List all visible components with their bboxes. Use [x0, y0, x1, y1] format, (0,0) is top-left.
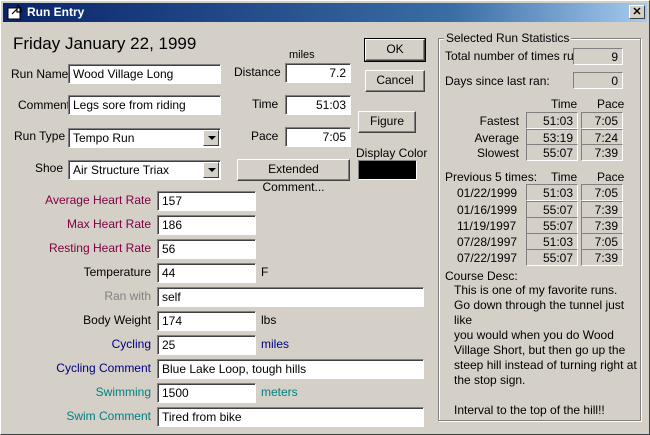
prev-date: 01/22/1999 — [457, 186, 518, 200]
max-hr-input[interactable]: 186 — [157, 215, 256, 235]
ran-with-input[interactable]: self — [157, 287, 424, 307]
run-statistics-title: Selected Run Statistics — [444, 31, 572, 45]
chevron-down-icon[interactable] — [203, 162, 219, 178]
course-desc-line: Interval to the top of the hill!! — [454, 403, 605, 417]
display-color-swatch[interactable] — [358, 160, 417, 180]
cycling-comment-label: Cycling Comment — [56, 361, 151, 375]
prev-date: 11/19/1997 — [457, 219, 517, 233]
distance-label: Distance — [234, 65, 281, 79]
slowest-time: 55:07 — [526, 144, 578, 161]
body-weight-label: Body Weight — [83, 313, 151, 327]
cycling-input[interactable]: 25 — [157, 335, 256, 355]
prev-time: 51:03 — [526, 184, 578, 201]
run-type-label: Run Type — [14, 129, 66, 143]
prev-pace: 7:39 — [581, 249, 623, 266]
course-desc-label: Course Desc: — [445, 269, 518, 283]
cycling-label: Cycling — [111, 337, 151, 351]
prev-time: 51:03 — [526, 233, 578, 250]
body-weight-unit: lbs — [261, 313, 277, 327]
prev-pace: 7:05 — [581, 184, 623, 201]
previous-times-label: Previous 5 times: — [445, 170, 538, 184]
max-hr-label: Max Heart Rate — [66, 217, 151, 231]
shoe-select[interactable]: Air Structure Triax — [68, 160, 221, 180]
prev-time: 55:07 — [526, 201, 578, 218]
prev-time: 55:07 — [526, 249, 578, 266]
cycling-comment-input[interactable]: Blue Lake Loop, tough hills — [157, 359, 424, 379]
pace-label: Pace — [251, 129, 279, 143]
temperature-unit: F — [261, 265, 269, 279]
temperature-input[interactable]: 44 — [157, 263, 256, 283]
run-entry-window: Run Entry ✕ Friday January 22, 1999 mile… — [0, 0, 650, 435]
body-weight-input[interactable]: 174 — [157, 311, 256, 331]
prev-pace-header: Pace — [597, 170, 625, 184]
prev-time: 55:07 — [526, 217, 578, 234]
course-desc-text: This is one of my favorite runs. Go down… — [454, 283, 638, 418]
temperature-label: Temperature — [83, 265, 151, 279]
title-bar[interactable]: Run Entry ✕ — [3, 3, 647, 22]
chevron-down-icon[interactable] — [203, 130, 219, 146]
ok-button[interactable]: OK — [364, 38, 426, 62]
prev-pace: 7:39 — [581, 217, 623, 234]
course-desc-line: Village Short, but then go up the — [454, 343, 626, 357]
course-desc-line: steep hill instead of turning right at — [454, 358, 637, 372]
fastest-pace: 7:05 — [581, 112, 623, 129]
time-label: Time — [252, 97, 279, 111]
course-desc-line: Go down through the tunnel just like — [454, 298, 625, 327]
days-since-value: 0 — [573, 72, 623, 89]
total-runs-value: 9 — [573, 48, 623, 65]
slowest-label: Slowest — [476, 146, 519, 160]
prev-date: 01/16/1999 — [457, 203, 518, 217]
comment-input[interactable]: Legs sore from riding — [68, 95, 221, 115]
fastest-time: 51:03 — [526, 112, 578, 129]
swimming-label: Swimming — [95, 385, 151, 399]
pace-header: Pace — [597, 97, 625, 111]
distance-input[interactable]: 7.2 — [285, 63, 351, 83]
avg-hr-input[interactable]: 157 — [157, 191, 256, 211]
prev-pace: 7:05 — [581, 233, 623, 250]
run-name-label: Run Name — [11, 67, 69, 81]
shoe-label: Shoe — [35, 161, 64, 175]
prev-date: 07/22/1997 — [457, 251, 518, 265]
time-input[interactable]: 51:03 — [285, 95, 351, 115]
rest-hr-label: Resting Heart Rate — [48, 241, 151, 255]
swim-comment-input[interactable]: Tired from bike — [157, 407, 424, 427]
prev-time-header: Time — [551, 170, 578, 184]
slowest-pace: 7:39 — [581, 144, 623, 161]
average-label: Average — [474, 131, 519, 145]
extended-comment-button[interactable]: Extended Comment... — [237, 159, 350, 194]
total-runs-label: Total number of times run: — [445, 49, 584, 63]
shoe-value: Air Structure Triax — [73, 163, 170, 177]
figure-button[interactable]: Figure — [358, 111, 416, 133]
run-name-input[interactable]: Wood Village Long — [68, 64, 221, 84]
course-desc-line: you would when you do Wood — [454, 328, 614, 342]
window-title: Run Entry — [27, 5, 85, 19]
ran-with-label: Ran with — [104, 289, 151, 303]
comment-label: Comment — [18, 98, 71, 112]
swimming-unit: meters — [261, 385, 298, 399]
days-since-label: Days since last ran: — [445, 74, 550, 88]
display-color-label: Display Color — [356, 146, 428, 160]
rest-hr-input[interactable]: 56 — [157, 239, 256, 259]
time-header: Time — [551, 97, 578, 111]
course-desc-line: the stop sign. — [454, 373, 526, 387]
run-type-value: Tempo Run — [73, 131, 135, 145]
avg-hr-label: Average Heart Rate — [45, 193, 151, 207]
run-type-select[interactable]: Tempo Run — [68, 128, 221, 148]
cancel-button[interactable]: Cancel — [365, 70, 425, 92]
close-button[interactable]: ✕ — [629, 5, 645, 19]
course-desc-line — [454, 388, 638, 403]
prev-pace: 7:39 — [581, 201, 623, 218]
pace-input[interactable]: 7:05 — [285, 127, 351, 147]
course-desc-line: This is one of my favorite runs. — [454, 283, 618, 297]
date-heading: Friday January 22, 1999 — [13, 34, 197, 53]
app-icon — [7, 5, 22, 20]
swim-comment-label: Swim Comment — [66, 409, 151, 423]
units-label: miles — [289, 49, 315, 61]
cycling-unit: miles — [261, 337, 290, 351]
swimming-input[interactable]: 1500 — [157, 383, 256, 403]
fastest-label: Fastest — [479, 114, 519, 128]
prev-date: 07/28/1997 — [457, 235, 518, 249]
